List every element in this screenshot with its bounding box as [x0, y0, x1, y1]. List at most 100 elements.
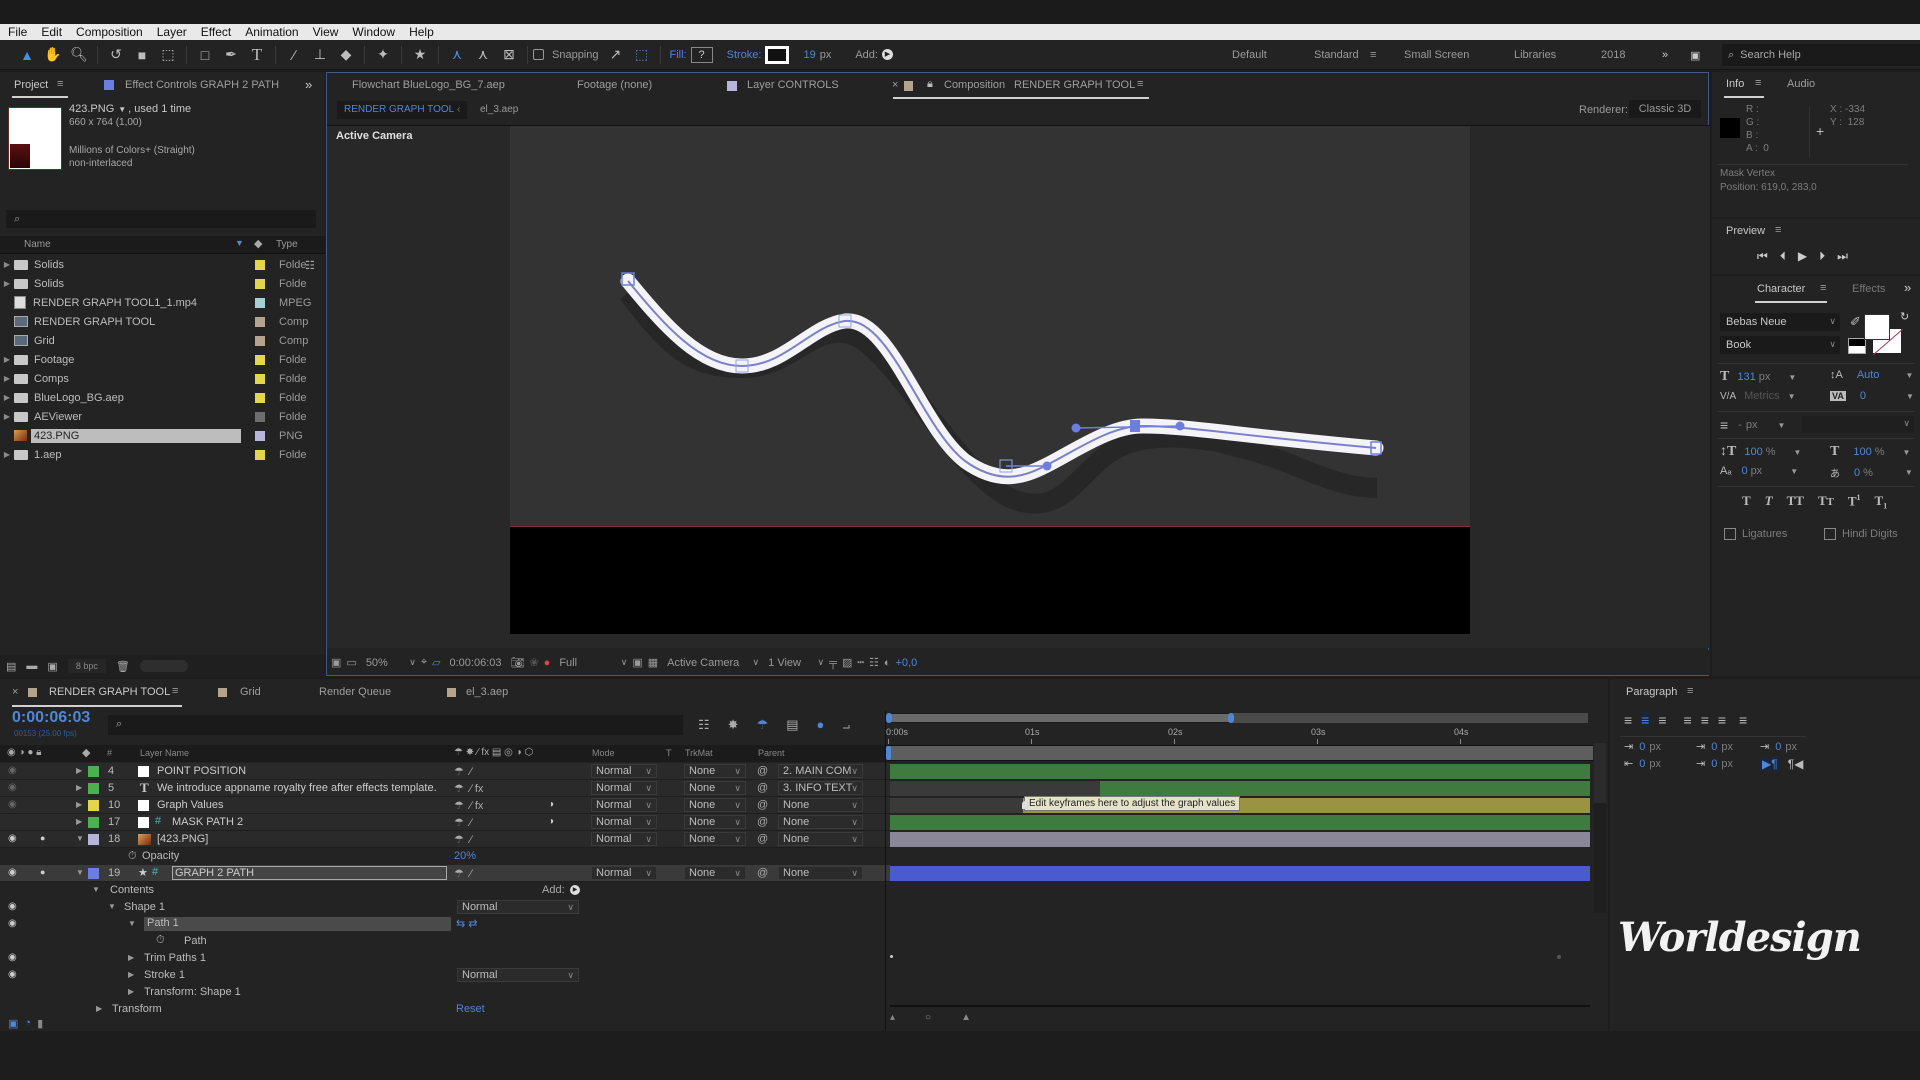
eraser-tool-icon[interactable]: ◆	[335, 44, 357, 66]
visibility-eye-icon[interactable]: ◉	[8, 782, 17, 793]
visibility-eye-icon[interactable]: ◉	[8, 918, 17, 929]
character-menu-icon[interactable]: ≡	[1820, 282, 1826, 294]
kerning-dropdown-icon[interactable]: ▼	[1788, 392, 1796, 401]
justify-all-icon[interactable]: ≡	[1739, 712, 1747, 728]
label-column-icon[interactable]: ◆	[254, 237, 262, 250]
blend-mode-select[interactable]: Normal ∨	[457, 968, 579, 982]
project-menu-icon[interactable]: ≡	[57, 78, 63, 90]
graph-editor-icon[interactable]: ⨼	[842, 717, 850, 733]
rtl-direction-icon[interactable]: ¶◀	[1788, 757, 1804, 771]
justify-center-icon[interactable]: ≡	[1701, 712, 1709, 728]
layer-label-color[interactable]	[88, 783, 99, 794]
menu-animation[interactable]: Animation	[245, 25, 298, 39]
grid-guides-icon[interactable]: ⌖	[421, 656, 427, 669]
space-before-value[interactable]: 0	[1711, 741, 1717, 753]
panel-overflow-icon[interactable]: »	[305, 77, 312, 92]
frame-blending-icon[interactable]: ▤	[786, 717, 798, 733]
visibility-eye-icon[interactable]: ◉	[8, 867, 17, 878]
layer-duration-bar[interactable]	[890, 815, 1590, 830]
indent-left-value[interactable]: 0	[1639, 741, 1645, 753]
tab-project[interactable]: Project	[14, 79, 48, 91]
layer-duration-bar[interactable]	[1100, 781, 1590, 796]
tab-composition-name[interactable]: RENDER GRAPH TOOL	[1014, 79, 1135, 91]
new-composition-icon[interactable]: ▣	[47, 660, 57, 673]
label-color-swatch[interactable]	[255, 373, 265, 384]
shape-property-row[interactable]: ◉ ▼ Path 1 ⇆ ⇄	[0, 916, 890, 933]
justify-left-icon[interactable]: ≡	[1684, 712, 1692, 728]
graph-path-shape[interactable]	[510, 126, 1470, 527]
indent-right-value[interactable]: 0	[1639, 758, 1645, 770]
sort-arrow-icon[interactable]: ▼	[235, 238, 244, 248]
layer-expand-arrow-icon[interactable]: ▼	[76, 868, 84, 877]
layer-label-color[interactable]	[88, 766, 99, 777]
show-snapshot-icon[interactable]: ❀	[529, 656, 538, 669]
column-layer-name[interactable]: Layer Name	[140, 748, 189, 758]
parent-select[interactable]: None ∨	[778, 815, 863, 829]
parent-pickwhip-icon[interactable]: @	[757, 833, 768, 845]
stopwatch-icon[interactable]: ⏱︎	[128, 850, 137, 863]
timeline-search-input[interactable]: ⌕	[108, 715, 683, 735]
layer-expand-arrow-icon[interactable]: ▶	[76, 800, 82, 809]
blend-mode-select[interactable]: Normal ∨	[591, 781, 657, 795]
expand-arrow-icon[interactable]: ▶	[0, 412, 14, 421]
shape-property-row[interactable]: ◉ ▶ Trim Paths 1	[0, 950, 890, 967]
brush-tool-icon[interactable]: ∕	[283, 44, 305, 66]
paragraph-menu-icon[interactable]: ≡	[1687, 685, 1693, 697]
in-out-toggle-icon[interactable]: ▮	[37, 1017, 43, 1030]
project-item[interactable]: RENDER GRAPH TOOL1_1.mp4 MPEG	[0, 293, 325, 312]
track-matte-select[interactable]: None ∨	[684, 798, 746, 812]
shape-property-row[interactable]: ⏱︎ Path	[0, 933, 890, 950]
adjustment-icon[interactable]: ◑	[548, 799, 554, 810]
visibility-eye-icon[interactable]: ◉	[8, 799, 17, 810]
comment-marker[interactable]	[1022, 801, 1029, 809]
baseline-shift-value[interactable]: 0	[1741, 465, 1747, 477]
fast-previews-icon[interactable]: ▨	[842, 656, 852, 669]
layer-expand-arrow-icon[interactable]: ▶	[76, 783, 82, 792]
selection-tool-icon[interactable]: ▲	[16, 44, 38, 66]
visibility-eye-icon[interactable]: ◉	[8, 765, 17, 776]
blend-mode-select[interactable]: Normal ∨	[591, 798, 657, 812]
blend-mode-select[interactable]: Normal ∨	[591, 832, 657, 846]
expand-arrow-icon[interactable]: ▼	[128, 919, 136, 928]
first-frame-icon[interactable]: ⏮︎	[1757, 249, 1768, 264]
parent-pickwhip-icon[interactable]: @	[757, 799, 768, 811]
layer-row[interactable]: ◉ ▶ 4 POINT POSITION ☂ ∕ Normal ∨ None ∨ @2. MAIN…	[0, 763, 890, 780]
stroke-width-value[interactable]: 19	[803, 49, 815, 61]
puppet-pin-tool-icon[interactable]: ★	[409, 44, 431, 66]
property-label[interactable]: Transform: Shape 1	[144, 986, 241, 998]
timeline-icon[interactable]: ┅	[857, 656, 864, 669]
superscript-icon[interactable]: T1	[1848, 493, 1861, 511]
solo-icon[interactable]: ●	[40, 867, 45, 877]
reset-exposure-icon[interactable]: ◐	[884, 657, 891, 669]
layer-switches[interactable]: ☂ ∕	[454, 765, 472, 778]
reset-transform-link[interactable]: Reset	[456, 1003, 485, 1015]
label-color-swatch[interactable]	[255, 354, 265, 365]
font-size-dropdown-icon[interactable]: ▼	[1788, 373, 1796, 382]
label-color-swatch[interactable]	[255, 259, 265, 270]
stopwatch-icon[interactable]: ⏱︎	[156, 934, 165, 947]
font-style-select[interactable]: Book ∨	[1720, 336, 1840, 354]
track-matte-select[interactable]: None ∨	[684, 815, 746, 829]
workspace-standard[interactable]: Standard	[1314, 49, 1359, 61]
swap-colors-icon[interactable]: ↻	[1900, 310, 1909, 323]
current-time-indicator[interactable]	[886, 746, 891, 760]
panel-overflow-icon[interactable]: »	[1904, 280, 1911, 295]
tsume-dropdown-icon[interactable]: ▼	[1905, 468, 1913, 477]
snapshot-icon[interactable]: 📷︎	[510, 656, 524, 669]
workspace-libraries[interactable]: Libraries	[1514, 49, 1556, 61]
menu-layer[interactable]: Layer	[157, 25, 187, 39]
label-color-swatch[interactable]	[255, 278, 265, 289]
parent-select[interactable]: None ∨	[778, 798, 863, 812]
adjustment-icon[interactable]: ◑	[548, 816, 554, 827]
blend-mode-select[interactable]: Normal ∨	[591, 866, 657, 880]
expand-arrow-icon[interactable]: ▶	[128, 987, 134, 996]
stroke-style-select[interactable]: ∨	[1802, 416, 1914, 433]
keyframe-dot[interactable]	[890, 955, 893, 958]
timeline-tab-render-queue[interactable]: Render Queue	[319, 686, 391, 698]
label-color-swatch[interactable]	[255, 297, 265, 308]
draft-3d-icon[interactable]: ✸	[728, 717, 739, 733]
transparency-grid-icon[interactable]: ▦	[648, 656, 658, 669]
layer-name[interactable]: Graph Values	[157, 799, 223, 811]
breadcrumb-el3[interactable]: el_3.aep	[480, 104, 518, 115]
pan-behind-tool-icon[interactable]: ⬚	[157, 44, 179, 66]
